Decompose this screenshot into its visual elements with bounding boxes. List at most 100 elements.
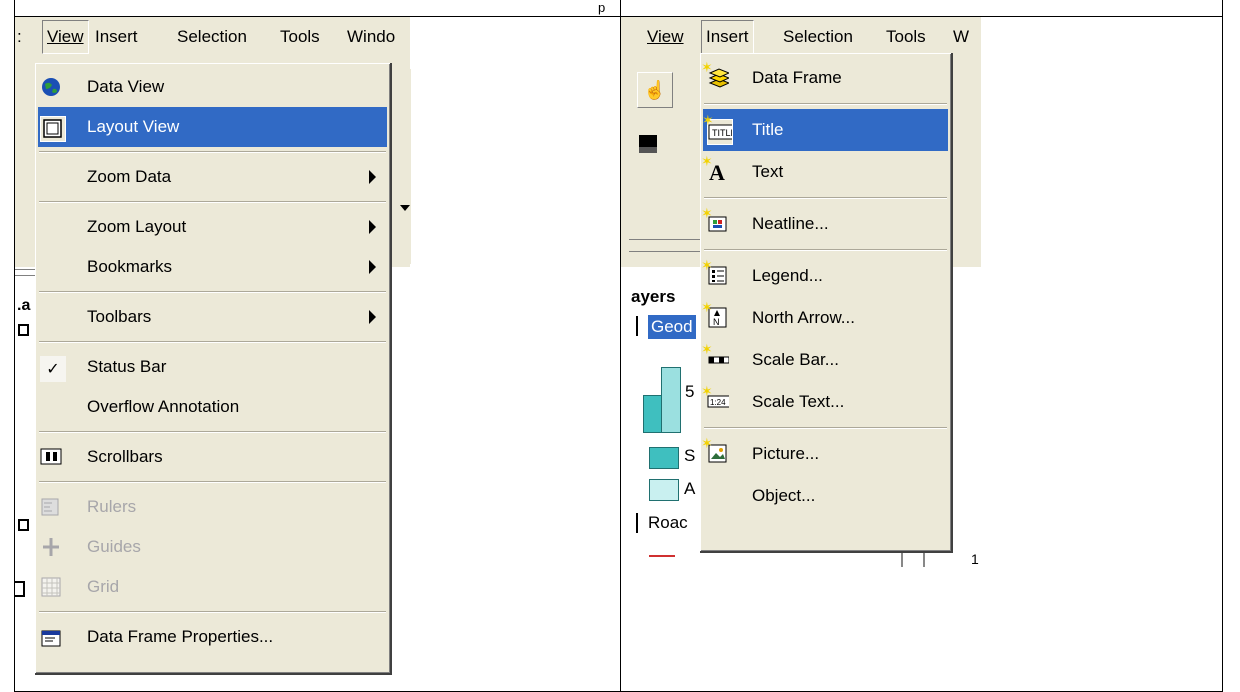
neatline-icon: ✶ xyxy=(701,205,729,235)
menu-item-layout-view[interactable]: Layout View xyxy=(38,107,387,147)
menu-window-label: Windo xyxy=(347,27,396,46)
save-icon[interactable] xyxy=(639,135,657,153)
menu-insert[interactable]: Insert xyxy=(95,27,138,47)
menu-item-north-arrow[interactable]: N ✶ North Arrow... xyxy=(700,297,951,339)
picture-icon: ✶ xyxy=(701,435,729,465)
menu-item-overflow-annotation[interactable]: Overflow Annotation xyxy=(35,387,390,427)
menu-item-scrollbars[interactable]: Scrollbars xyxy=(35,437,390,477)
menu-insert-r[interactable]: Insert xyxy=(701,20,754,54)
svg-text:TITLE: TITLE xyxy=(712,128,732,138)
menu-item-picture[interactable]: ✶ Picture... xyxy=(700,433,951,475)
north-arrow-icon: N ✶ xyxy=(701,299,729,329)
menu-item-label: Bookmarks xyxy=(87,257,173,276)
menu-item-data-view[interactable]: Data View xyxy=(35,67,390,107)
view-menu: Data View Layout View Zoom Data Zoom Layout… xyxy=(35,63,392,675)
menu-selection-r[interactable]: Selection xyxy=(783,27,853,47)
menu-item-object[interactable]: Object... xyxy=(700,475,951,517)
text-icon: A ✶ xyxy=(701,153,729,183)
left-menubar: : View Insert Selection Tools Windo xyxy=(15,17,410,63)
menu-item-label: Guides xyxy=(87,537,141,556)
left-bg-dropdown-icon xyxy=(400,205,410,211)
menu-item-text[interactable]: A ✶ Text xyxy=(700,151,951,193)
legend-icon: ✶ xyxy=(701,257,729,287)
menu-item-scale-bar[interactable]: ✶ Scale Bar... xyxy=(700,339,951,381)
menu-selection[interactable]: Selection xyxy=(177,27,247,47)
rulers-icon xyxy=(40,496,62,518)
menu-item-title[interactable]: TITLE✶ Title xyxy=(702,109,948,151)
menu-item-label: North Arrow... xyxy=(752,308,855,327)
left-bg-checkbox-3[interactable] xyxy=(15,581,25,597)
menu-insert-label: Insert xyxy=(95,27,138,46)
menu-selection-r-label: Selection xyxy=(783,27,853,46)
left-bg-checkbox-2[interactable] xyxy=(18,519,29,531)
menu-tools-r[interactable]: Tools xyxy=(886,27,926,47)
menu-separator xyxy=(704,249,947,251)
left-panel: .a : View Insert Selection Tools Windo D… xyxy=(15,17,620,692)
menu-item-label: Zoom Layout xyxy=(87,217,187,236)
menu-item-label: Neatline... xyxy=(752,214,829,233)
menu-item-label: Data View xyxy=(87,77,165,96)
menu-item-label: Status Bar xyxy=(87,357,167,376)
left-bg-checkbox[interactable] xyxy=(18,324,29,336)
right-bg-rule xyxy=(629,239,709,240)
menu-insert-r-label: Insert xyxy=(706,27,749,46)
menu-item-label: Title xyxy=(752,120,784,139)
menu-item-label: Data Frame Properties... xyxy=(87,627,274,646)
toc-roads-label: Roac xyxy=(648,513,688,532)
properties-icon xyxy=(40,626,62,648)
menu-separator xyxy=(39,151,386,153)
menu-window[interactable]: Windo xyxy=(347,27,395,47)
page-caption-mark: p xyxy=(598,0,606,15)
menu-item-zoom-data[interactable]: Zoom Data xyxy=(35,157,390,197)
menu-item-label: Data Frame xyxy=(752,68,842,87)
menu-item-grid: Grid xyxy=(35,567,390,607)
menu-view-r[interactable]: View xyxy=(647,27,684,47)
new-star-icon: ✶ xyxy=(701,435,713,451)
submenu-arrow-icon xyxy=(369,260,376,274)
menu-item-label: Scale Text... xyxy=(752,392,845,411)
checkmark-icon: ✓ xyxy=(40,356,66,382)
menu-item-label: Zoom Data xyxy=(87,167,172,186)
toc-geo-label[interactable]: Geod xyxy=(648,315,696,339)
menu-item-zoom-layout[interactable]: Zoom Layout xyxy=(35,207,390,247)
menu-item-label: Legend... xyxy=(752,266,823,285)
toc-num5: 5 xyxy=(685,382,695,401)
menu-item-label: Rulers xyxy=(87,497,137,516)
menu-separator xyxy=(39,201,386,203)
menu-item-toolbars[interactable]: Toolbars xyxy=(35,297,390,337)
menu-view[interactable]: View xyxy=(42,20,89,54)
menu-separator xyxy=(39,291,386,293)
toc-label-s: S xyxy=(684,446,696,465)
new-star-icon: ✶ xyxy=(701,153,713,169)
menu-item-data-frame-properties[interactable]: Data Frame Properties... xyxy=(35,617,390,657)
menu-view-label: View xyxy=(47,27,84,46)
left-menubar-left-edge: : xyxy=(17,27,22,46)
toc-building-symbol xyxy=(643,367,683,433)
menu-item-data-frame[interactable]: ✶ Data Frame xyxy=(700,57,951,99)
menu-separator xyxy=(39,341,386,343)
scale-text-icon: 1:24 ✶ xyxy=(701,383,729,413)
insert-menu: ✶Data FrameTITLE✶TitleA✶Text✶Neatline...… xyxy=(700,53,953,553)
submenu-arrow-icon xyxy=(369,170,376,184)
menu-item-legend[interactable]: ✶ Legend... xyxy=(700,255,951,297)
menu-window-r[interactable]: W xyxy=(953,27,969,47)
menu-item-bookmarks[interactable]: Bookmarks xyxy=(35,247,390,287)
menu-selection-label: Selection xyxy=(177,27,247,46)
menu-item-guides: Guides xyxy=(35,527,390,567)
menu-tools[interactable]: Tools xyxy=(280,27,320,47)
menu-separator xyxy=(704,103,947,105)
right-toolbar-button[interactable]: ☝ xyxy=(637,72,673,108)
menu-item-label: Text xyxy=(752,162,784,181)
globe-icon xyxy=(40,76,62,98)
data-frame-icon: ✶ xyxy=(701,59,729,89)
right-bg-rule-2 xyxy=(629,251,709,252)
menu-view-r-label: View xyxy=(647,27,684,46)
menu-item-rulers: Rulers xyxy=(35,487,390,527)
menu-separator xyxy=(39,431,386,433)
toc-tree-line xyxy=(636,316,638,336)
menu-item-label: Scrollbars xyxy=(87,447,163,466)
menu-item-status-bar[interactable]: ✓ Status Bar xyxy=(35,347,390,387)
right-bg-toolbar-edge xyxy=(621,167,701,267)
menu-item-scale-text[interactable]: 1:24 ✶ Scale Text... xyxy=(700,381,951,423)
menu-item-neatline[interactable]: ✶ Neatline... xyxy=(700,203,951,245)
